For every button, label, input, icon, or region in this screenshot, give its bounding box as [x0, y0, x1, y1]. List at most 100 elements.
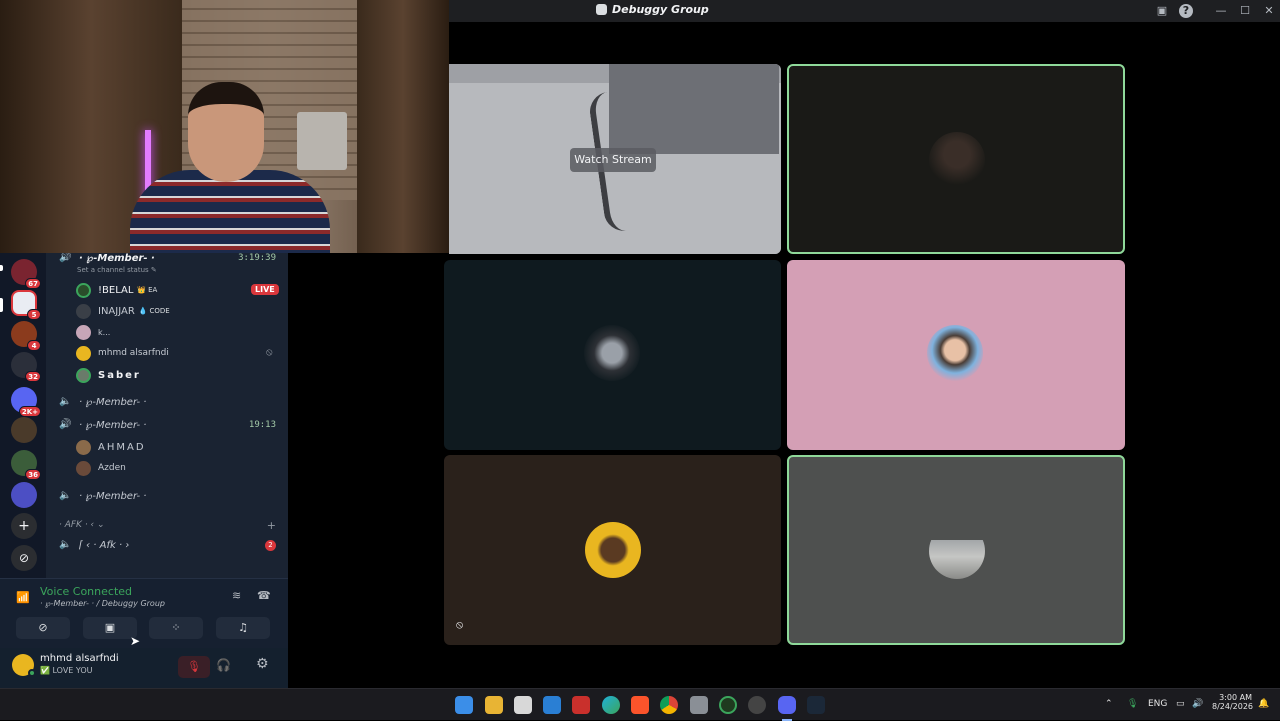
member-name: Saber: [98, 369, 141, 381]
app-icon[interactable]: [543, 696, 561, 714]
participant-tile[interactable]: [787, 64, 1125, 254]
server-icon[interactable]: 4: [11, 321, 41, 351]
category-name: · AFK · ‹ ⌄: [59, 520, 105, 530]
participant-avatar: [585, 522, 641, 578]
tray-overflow-icon[interactable]: ⌃: [1105, 699, 1113, 709]
speaker-icon: 🔈: [59, 396, 72, 407]
voice-member[interactable]: mhmd alsarfndi: [76, 343, 169, 363]
user-panel: mhmd alsarfndi ✅ LOVE YOU 🎙 🎧 ⚙: [0, 648, 288, 688]
mute-mic-button[interactable]: 🎙: [178, 656, 210, 678]
camera-icon[interactable]: [690, 696, 708, 714]
language-indicator[interactable]: ENG: [1148, 699, 1167, 709]
server-badge: 67: [25, 278, 41, 289]
watch-stream-button[interactable]: Watch Stream: [570, 148, 656, 172]
channel-name: · ℘-Member- ·: [79, 490, 147, 502]
channel-name: · ℘-Member- ·: [79, 419, 147, 431]
volume-icon[interactable]: 🔊: [1192, 699, 1203, 709]
edge-icon[interactable]: [602, 696, 620, 714]
help-icon[interactable]: ?: [1179, 4, 1193, 18]
server-icon[interactable]: 32: [11, 352, 41, 382]
app-icon: [596, 4, 607, 15]
headphones-icon[interactable]: 🎧: [216, 658, 231, 672]
webcam-plaque: [297, 112, 347, 170]
minimize-button[interactable]: —: [1214, 4, 1228, 18]
voice-member[interactable]: AHMAD: [76, 437, 146, 457]
participant-avatar: [929, 523, 985, 579]
server-icon[interactable]: [11, 482, 37, 508]
member-avatar: [76, 303, 91, 319]
online-status-icon: [28, 669, 36, 677]
server-badge: 2K+: [18, 406, 41, 417]
server-badge: 5: [27, 309, 41, 320]
mic-tray-icon[interactable]: 🎙: [1127, 699, 1138, 709]
add-channel-icon[interactable]: +: [267, 519, 276, 532]
voice-channel[interactable]: 🔊 · ℘-Member- · 19:13: [46, 415, 288, 435]
member-avatar: [76, 367, 91, 383]
discord-icon[interactable]: [778, 696, 796, 714]
window-title: Debuggy Group: [596, 3, 709, 16]
store-icon[interactable]: [514, 696, 532, 714]
participant-tile[interactable]: [444, 260, 781, 450]
brave-icon[interactable]: [631, 696, 649, 714]
channel-list: 🔊 · ℘-Member- · 3:19:39 Set a channel st…: [46, 253, 288, 578]
close-button[interactable]: ✕: [1262, 4, 1276, 18]
network-icon[interactable]: ▭: [1176, 699, 1185, 709]
start-icon[interactable]: [455, 696, 473, 714]
camera-off-button[interactable]: ⊘: [16, 617, 70, 639]
activities-button[interactable]: ⁘: [149, 617, 203, 639]
member-name: !BELAL: [98, 284, 134, 296]
channel-timer: 19:13: [248, 420, 276, 430]
server-icon[interactable]: 36: [11, 450, 41, 480]
voice-member[interactable]: INAJJAR 💧 CODE: [76, 301, 170, 321]
channel-status[interactable]: Set a channel status ✎: [77, 266, 157, 274]
soundboard-button[interactable]: ♫: [216, 617, 270, 639]
noise-suppression-icon[interactable]: ≋: [232, 589, 241, 602]
member-name: mhmd alsarfndi: [98, 348, 169, 358]
stream-screen-panel: [609, 64, 779, 154]
inbox-icon[interactable]: ▣: [1155, 4, 1169, 18]
user-name[interactable]: mhmd alsarfndi: [40, 653, 119, 664]
voice-channel[interactable]: 🔈 · ℘-Member- ·: [46, 486, 288, 506]
participant-tile[interactable]: ⦸: [444, 455, 781, 645]
clock[interactable]: 3:00 AM 8/24/2026: [1212, 693, 1253, 711]
member-name: k...: [98, 327, 111, 337]
discover-icon[interactable]: ⊘: [11, 545, 37, 571]
server-icon[interactable]: 5: [11, 290, 41, 320]
server-badge: 32: [25, 371, 41, 382]
notification-icon[interactable]: 🔔: [1258, 699, 1269, 709]
member-avatar: [76, 324, 91, 340]
voice-member[interactable]: Azden: [76, 458, 126, 478]
server-icon[interactable]: 2K+: [11, 387, 41, 417]
chrome-icon[interactable]: [660, 696, 678, 714]
disconnect-icon[interactable]: ☎: [257, 589, 271, 602]
server-icon[interactable]: 67: [11, 259, 41, 289]
member-avatar: [76, 460, 91, 476]
voice-channel-path[interactable]: · ℘-Member- · / Debuggy Group: [40, 599, 165, 608]
server-image: [11, 482, 37, 508]
voice-member[interactable]: k...: [76, 322, 110, 342]
taskbar: ⌃ 🎙 ENG ▭ 🔊 3:00 AM 8/24/2026 🔔: [0, 688, 1280, 721]
file-explorer-icon[interactable]: [485, 696, 503, 714]
member-tag: 💧 CODE: [138, 307, 170, 315]
server-icon[interactable]: [11, 417, 37, 443]
participant-tile[interactable]: [787, 260, 1125, 450]
maximize-button[interactable]: ☐: [1238, 4, 1252, 18]
voice-channel[interactable]: 🔈 · ℘-Member- ·: [46, 392, 288, 412]
voice-channel-afk[interactable]: 🔈 ⌈ ‹ · Afk · › 2: [46, 535, 288, 555]
add-server-icon[interactable]: +: [11, 513, 37, 539]
settings-gear-icon[interactable]: ⚙: [256, 656, 269, 672]
voice-status[interactable]: Voice Connected: [40, 585, 132, 598]
participant-tile[interactable]: [787, 455, 1125, 645]
speaker-icon: 🔈: [59, 490, 72, 501]
app-icon[interactable]: [572, 696, 590, 714]
voice-member[interactable]: Saber: [76, 365, 141, 385]
channel-category[interactable]: · AFK · ‹ ⌄ +: [46, 515, 288, 535]
user-status: ✅ LOVE YOU: [40, 666, 93, 675]
app-icon[interactable]: [748, 696, 766, 714]
signal-icon[interactable]: 📶: [16, 591, 30, 604]
steam-icon[interactable]: [807, 696, 825, 714]
voice-member[interactable]: !BELAL 👑 EA: [76, 280, 157, 300]
screen-share-button[interactable]: ▣: [83, 617, 137, 639]
app-icon[interactable]: [719, 696, 737, 714]
channel-name: ⌈ ‹ · Afk · ›: [79, 539, 130, 551]
